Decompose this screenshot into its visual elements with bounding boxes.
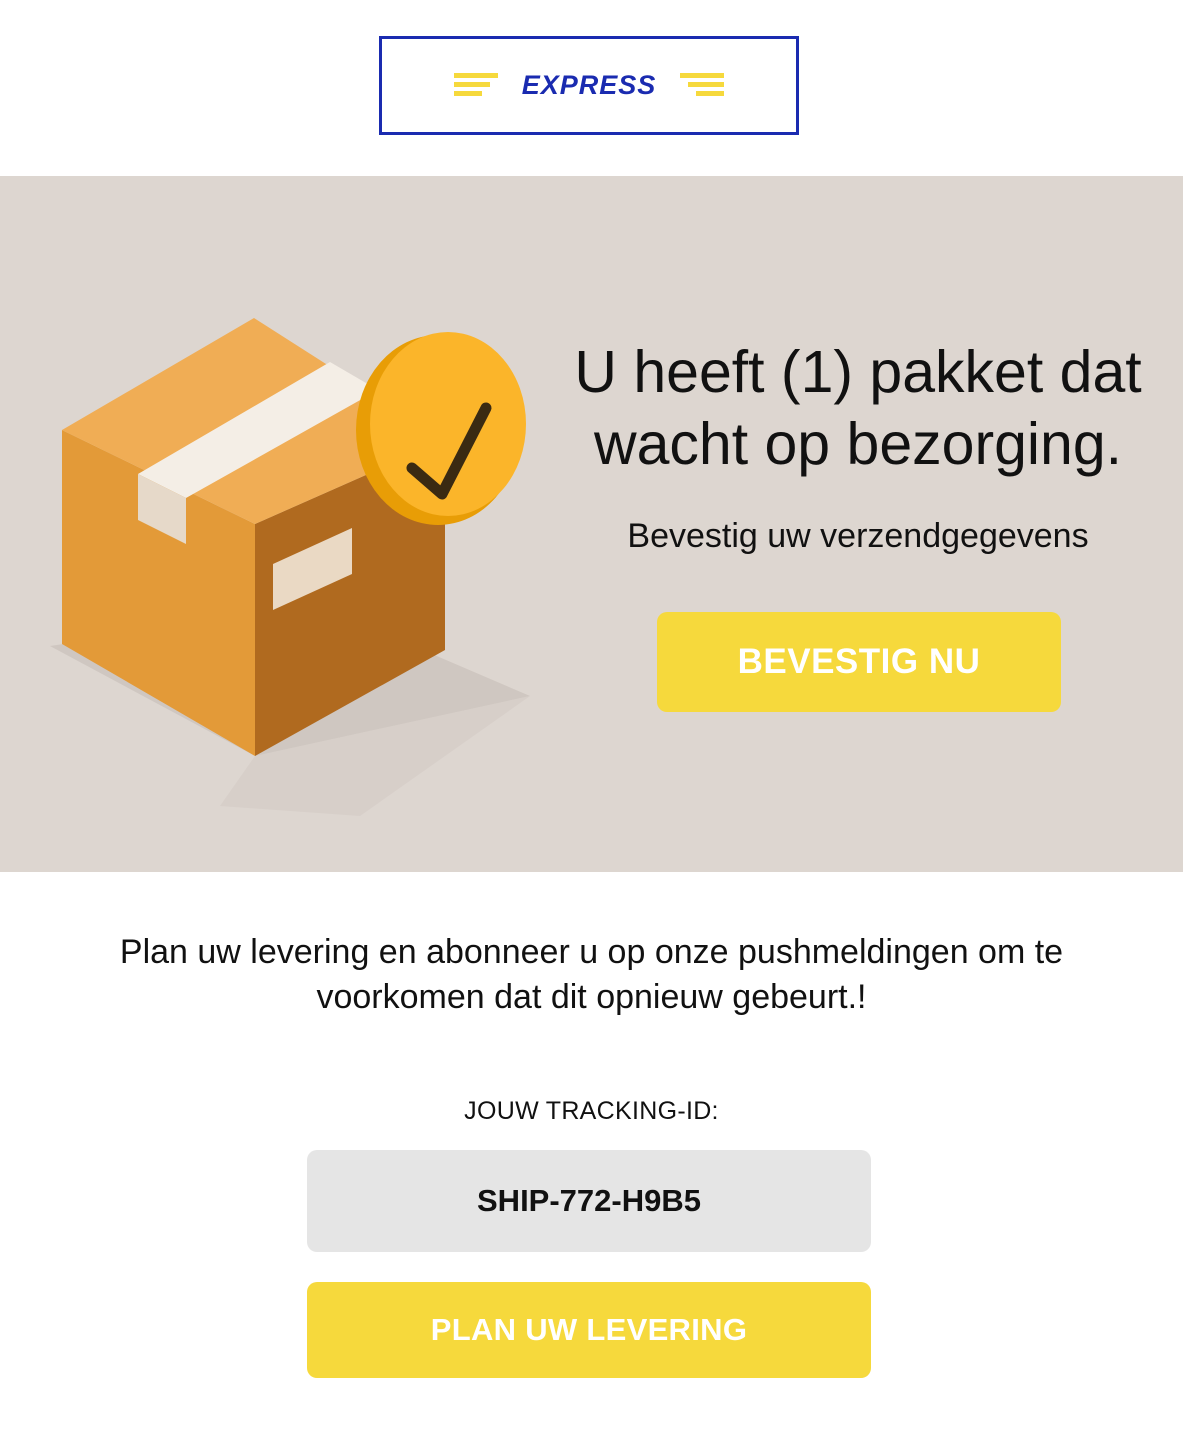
hero-title: U heeft (1) pakket dat wacht op bezorgin… (574, 339, 1142, 477)
hero-subtitle: Bevestig uw verzendgegevens (627, 517, 1089, 555)
hero-text-block: U heeft (1) pakket dat wacht op bezorgin… (548, 336, 1168, 556)
brand-logo: EXPRESS (379, 36, 799, 135)
tracking-id-label: JOUW TRACKING-ID: (464, 1097, 719, 1125)
plan-delivery-button[interactable]: PLAN UW LEVERING (307, 1282, 871, 1378)
express-logo-icon: EXPRESS (454, 71, 724, 100)
package-box-with-checkmark-icon (50, 318, 530, 816)
hero-banner: U heeft (1) pakket dat wacht op bezorgin… (0, 176, 1183, 872)
logo-text: EXPRESS (522, 71, 657, 100)
confirm-now-button[interactable]: BEVESTIG NU (657, 612, 1061, 712)
page: EXPRESS U heeft (1) pakket dat wacht op … (0, 0, 1183, 1430)
delivery-message: Plan uw levering en abonneer u op onze p… (119, 933, 1064, 1016)
tracking-id-value: SHIP-772-H9B5 (307, 1150, 871, 1252)
